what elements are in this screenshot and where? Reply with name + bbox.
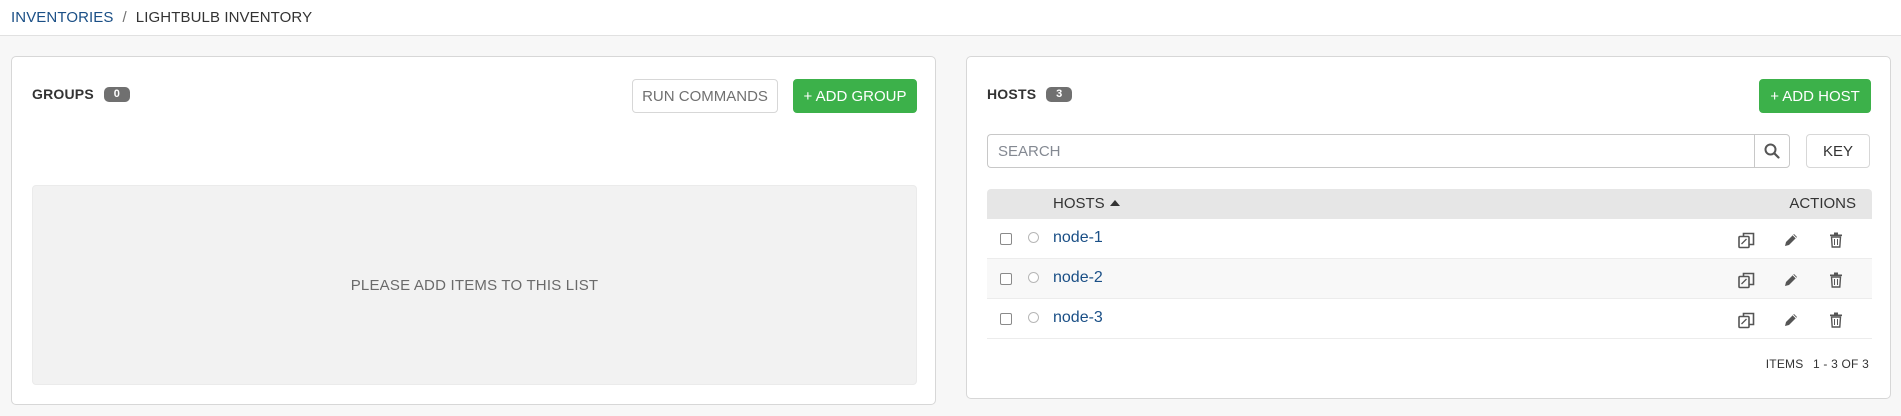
delete-host-button[interactable] [1827,231,1845,249]
groups-empty-list: PLEASE ADD ITEMS TO THIS LIST [32,185,917,385]
host-select-checkbox[interactable] [1000,273,1012,285]
breadcrumb-separator: / [122,9,127,26]
key-button[interactable]: KEY [1806,134,1870,168]
pencil-icon [1785,314,1797,326]
groups-empty-message: PLEASE ADD ITEMS TO THIS LIST [350,276,599,294]
delete-host-button[interactable] [1827,311,1845,329]
copy-host-button[interactable] [1737,311,1755,329]
copy-icon [1737,312,1754,328]
hosts-panel: HOSTS 3 + ADD HOST KEY HOSTS ACTIONS nod… [966,56,1891,399]
host-row: node-1 [987,219,1872,259]
edit-host-button[interactable] [1782,311,1800,329]
host-status-icon [1028,312,1039,323]
groups-panel: GROUPS 0 RUN COMMANDS + ADD GROUP PLEASE… [11,56,936,405]
host-select-checkbox[interactable] [1000,233,1012,245]
hosts-panel-title: HOSTS 3 [987,86,1073,102]
breadcrumb: INVENTORIES / LIGHTBULB INVENTORY [0,0,1901,36]
trash-icon [1830,312,1842,328]
host-name-link[interactable]: node-1 [1053,229,1103,247]
sort-asc-icon [1110,200,1120,206]
hosts-column-header[interactable]: HOSTS [1053,189,1105,219]
host-status-icon [1028,232,1039,243]
trash-icon [1830,232,1842,248]
host-row: node-2 [987,259,1872,299]
host-name-link[interactable]: node-3 [1053,309,1103,327]
run-commands-button[interactable]: RUN COMMANDS [632,79,778,113]
edit-host-button[interactable] [1782,271,1800,289]
breadcrumb-inventories-link[interactable]: INVENTORIES [11,9,114,26]
hosts-title: HOSTS [987,86,1037,102]
copy-host-button[interactable] [1737,231,1755,249]
groups-title: GROUPS [32,86,94,102]
breadcrumb-current: LIGHTBULB INVENTORY [135,9,313,26]
actions-column-header: ACTIONS [1789,195,1856,212]
pagination-label: ITEMS [1765,357,1804,371]
host-status-icon [1028,272,1039,283]
groups-panel-title: GROUPS 0 [32,86,130,102]
add-group-button[interactable]: + ADD GROUP [793,79,917,113]
search-icon [1764,143,1780,159]
pencil-icon [1785,274,1797,286]
copy-host-button[interactable] [1737,271,1755,289]
pagination-info: ITEMS 1 - 3 OF 3 [1766,357,1869,371]
host-row: node-3 [987,299,1872,339]
edit-host-button[interactable] [1782,231,1800,249]
host-name-link[interactable]: node-2 [1053,269,1103,287]
trash-icon [1830,272,1842,288]
add-host-button[interactable]: + ADD HOST [1759,79,1871,113]
search-button[interactable] [1754,134,1790,168]
hosts-list-header: HOSTS ACTIONS [987,189,1872,219]
groups-count-badge: 0 [103,86,130,102]
hosts-count-badge: 3 [1046,86,1073,102]
search-input[interactable] [987,134,1754,168]
host-select-checkbox[interactable] [1000,313,1012,325]
pencil-icon [1785,234,1797,246]
delete-host-button[interactable] [1827,271,1845,289]
pagination-range: 1 - 3 OF 3 [1812,357,1869,371]
copy-icon [1737,272,1754,288]
copy-icon [1737,232,1754,248]
